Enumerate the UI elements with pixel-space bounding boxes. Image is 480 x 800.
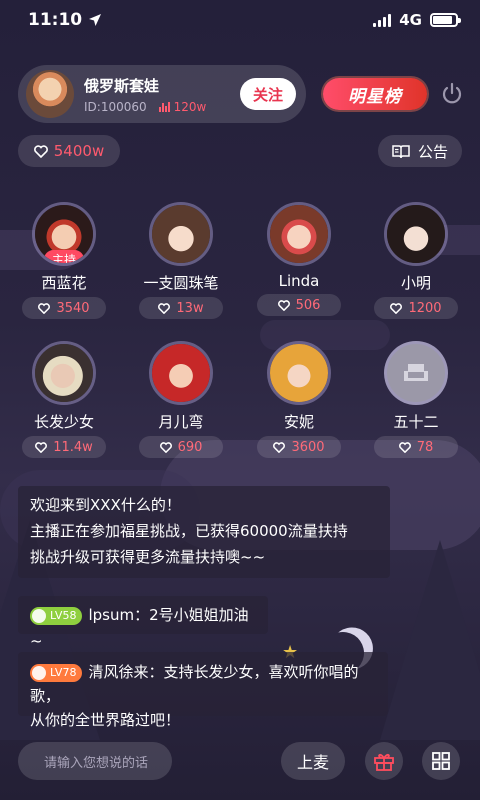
seat-avatar[interactable] [149, 341, 213, 405]
host-name: 俄罗斯套娃 [84, 76, 160, 95]
seat-avatar[interactable]: 主持 [32, 202, 96, 266]
room-heat-value: 5400w [53, 142, 105, 160]
notice-label: 公告 [417, 142, 448, 161]
seat-heat: 11.4w [22, 436, 106, 458]
seat-avatar[interactable] [149, 202, 213, 266]
host-heat-value: 120w [173, 99, 207, 114]
seat-1[interactable]: 主持 西蓝花 3540 [14, 202, 114, 319]
seat-4[interactable]: 小明 1200 [366, 202, 466, 319]
heart-icon [273, 441, 286, 453]
grid-icon [432, 752, 450, 770]
host-avatar[interactable] [26, 70, 74, 118]
host-card[interactable]: 俄罗斯套娃 ID:100060 120w 关注 [18, 65, 306, 123]
seat-heat: 1200 [374, 297, 458, 319]
welcome-line-2: 主播正在参加福星挑战，已获得60000流量扶持 [30, 522, 348, 540]
more-button[interactable] [422, 742, 460, 780]
heart-icon [35, 441, 48, 453]
seat-heat-value: 506 [295, 297, 321, 313]
heat-bars-icon [158, 101, 170, 112]
seat-6[interactable]: 月儿弯 690 [131, 341, 231, 458]
seat-heat: 3600 [257, 436, 341, 458]
welcome-line-1: 欢迎来到XXX什么的！ [30, 496, 181, 514]
seat-heat-value: 78 [416, 439, 434, 455]
seat-heat-value: 3540 [56, 300, 90, 316]
location-arrow-icon [89, 14, 102, 26]
heart-icon [38, 302, 51, 314]
star-rank-button[interactable]: 明星榜 [323, 78, 427, 110]
heart-icon [390, 302, 403, 314]
heart-icon [159, 441, 172, 453]
heart-icon [33, 144, 48, 158]
level-badge: LV78 [30, 663, 83, 682]
heart-icon [398, 441, 411, 453]
heart-icon [158, 302, 171, 314]
room-heat-chip[interactable]: 5400w [18, 135, 120, 167]
host-heat: 120w [158, 99, 207, 114]
seat-heat-value: 1200 [408, 300, 442, 316]
seat-name: 西蓝花 [41, 274, 87, 292]
seat-name: 安妮 [283, 413, 314, 431]
seat-avatar[interactable] [384, 202, 448, 266]
host-id: ID:100060 [84, 99, 147, 114]
heart-icon [277, 299, 290, 311]
seat-name: 长发少女 [33, 413, 94, 431]
seat-heat-value: 13w [176, 300, 204, 316]
seat-heat: 13w [139, 297, 223, 319]
seat-heat: 506 [257, 294, 341, 316]
seat-heat-value: 3600 [291, 439, 325, 455]
seat-8[interactable]: 五十二 78 [366, 341, 466, 458]
seat-name: 一支圆珠笔 [143, 274, 219, 292]
chat-user: 清风徐来： [88, 663, 164, 681]
seat-heat: 690 [139, 436, 223, 458]
level-text: LV78 [50, 665, 77, 679]
seat-name: 月儿弯 [158, 413, 204, 431]
welcome-message: 欢迎来到XXX什么的！ 主播正在参加福星挑战，已获得60000流量扶持 挑战升级… [18, 486, 390, 578]
join-mic-button[interactable]: 上麦 [281, 742, 345, 780]
seat-avatar[interactable] [384, 341, 448, 405]
seat-name: Linda [278, 272, 320, 290]
seat-avatar[interactable] [32, 341, 96, 405]
follow-button[interactable]: 关注 [240, 78, 296, 110]
level-text: LV58 [50, 608, 77, 622]
seat-2[interactable]: 一支圆珠笔 13w [131, 202, 231, 319]
status-time: 11:10 [28, 10, 83, 30]
seat-heat: 78 [374, 436, 458, 458]
seat-name: 五十二 [393, 413, 439, 431]
welcome-line-3: 挑战升级可获得更多流量扶持噢~~ [30, 548, 266, 566]
signal-icon [373, 13, 392, 27]
chat-input[interactable]: 请输入您想说的话 [18, 742, 172, 780]
host-tag-badge: 主持 [43, 250, 85, 263]
battery-icon [430, 13, 461, 27]
seat-heat-value: 11.4w [53, 439, 93, 455]
chat-message[interactable]: LV78 清风徐来：支持长发少女，喜欢听你唱的歌， 从你的全世界路过吧！ [18, 652, 388, 729]
seat-heat-value: 690 [177, 439, 203, 455]
book-icon [392, 144, 410, 158]
sofa-icon [404, 364, 428, 381]
power-icon[interactable] [440, 82, 464, 106]
seat-heat: 3540 [22, 297, 106, 319]
chat-text-continued: 从你的全世界路过吧！ [30, 711, 181, 729]
seat-5[interactable]: 长发少女 11.4w [14, 341, 114, 458]
chat-message[interactable]: LV58 lpsum：2号小姐姐加油~ [18, 596, 268, 650]
level-badge: LV58 [30, 606, 83, 625]
seat-3[interactable]: Linda 506 [249, 202, 349, 316]
seat-avatar[interactable] [267, 341, 331, 405]
notice-button[interactable]: 公告 [378, 135, 462, 167]
status-bar: 11:10 4G [0, 0, 480, 40]
seat-7[interactable]: 安妮 3600 [249, 341, 349, 458]
host-info: 俄罗斯套娃 ID:100060 120w [84, 75, 240, 114]
network-type: 4G [399, 11, 422, 29]
gift-icon [374, 753, 394, 771]
chat-user: lpsum： [88, 606, 150, 624]
seat-avatar[interactable] [267, 202, 331, 266]
seat-name: 小明 [400, 274, 431, 292]
gift-button[interactable] [365, 742, 403, 780]
